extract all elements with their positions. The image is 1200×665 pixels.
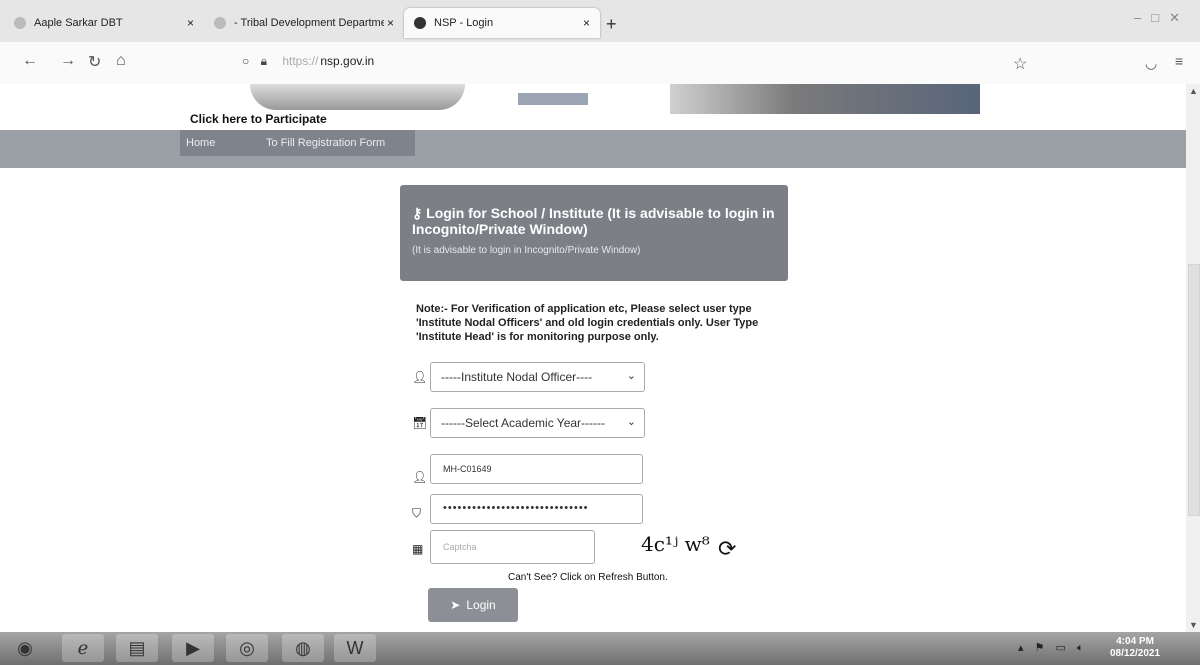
ie-icon[interactable]: ℯ: [62, 634, 104, 662]
forward-icon[interactable]: →: [60, 52, 76, 70]
tab-close-icon[interactable]: ×: [387, 16, 394, 30]
qrcode-icon: ▦: [412, 542, 424, 556]
media-player-icon[interactable]: ▶: [172, 634, 214, 662]
captcha-input[interactable]: Captcha: [430, 530, 595, 564]
login-title: ⚷ Login for School / Institute (It is ad…: [412, 205, 775, 237]
academic-year-select[interactable]: ------Select Academic Year------ ⌄: [430, 408, 645, 438]
banner-image-left: [250, 84, 465, 110]
hamburger-menu-icon[interactable]: ≡: [1175, 53, 1183, 69]
clock-date: 08/12/2021: [1110, 648, 1161, 659]
pocket-icon[interactable]: ◡: [1145, 55, 1157, 72]
main-menu-bar: Home To Fill Registration Form: [0, 130, 1186, 168]
tab-close-icon[interactable]: ×: [583, 16, 590, 30]
refresh-icon[interactable]: ⟳: [718, 536, 736, 562]
page-viewport: Click here to Participate Home To Fill R…: [0, 84, 1186, 632]
username-field[interactable]: MH-C01649: [430, 454, 643, 484]
home-icon[interactable]: ⌂: [116, 52, 126, 70]
login-button-label: Login: [466, 598, 496, 612]
participate-link[interactable]: Click here to Participate: [190, 112, 327, 126]
menu-registration[interactable]: To Fill Registration Form: [266, 137, 385, 149]
chrome-icon[interactable]: ◎: [226, 634, 268, 662]
word-icon[interactable]: W: [334, 634, 376, 662]
login-subtitle: (It is advisable to login in Incognito/P…: [412, 245, 641, 256]
browser-tab-bar: Aaple Sarkar DBT × - Tribal Development …: [0, 0, 1200, 42]
url-scheme: https://: [282, 54, 319, 68]
captcha-image: 4c¹ʲ w⁸: [641, 532, 710, 556]
chevron-down-icon: ⌄: [626, 416, 636, 428]
scroll-down-icon[interactable]: ▼: [1189, 620, 1198, 630]
send-icon: ➤: [450, 598, 461, 612]
password-field[interactable]: ••••••••••••••••••••••••••••••: [430, 494, 643, 524]
user-type-value: -----Institute Nodal Officer----: [441, 370, 593, 384]
bookmark-star-icon[interactable]: ☆: [1013, 54, 1027, 74]
tab-nsp-login[interactable]: NSP - Login ×: [404, 8, 600, 38]
tab-favicon: [14, 17, 26, 29]
scroll-thumb[interactable]: [1188, 264, 1200, 516]
firefox-icon[interactable]: ◍: [282, 634, 324, 662]
taskbar-clock[interactable]: 4:04 PM 08/12/2021: [1110, 636, 1160, 660]
lock-icon: 🔒︎: [260, 54, 267, 68]
cant-see-text: Can't See? Click on Refresh Button.: [508, 572, 668, 583]
url-domain: nsp.gov.in: [320, 54, 375, 68]
reload-icon[interactable]: ↻: [88, 52, 101, 72]
address-bar[interactable]: ○ 🔒︎ https://nsp.gov.in: [242, 54, 374, 69]
clock-time: 4:04 PM: [1116, 636, 1154, 647]
tab-aaple-sarkar[interactable]: Aaple Sarkar DBT ×: [4, 8, 204, 38]
user-type-select[interactable]: -----Institute Nodal Officer---- ⌄: [430, 362, 645, 392]
login-button[interactable]: ➤ Login: [428, 588, 518, 622]
back-icon[interactable]: ←: [22, 52, 38, 70]
user-icon: 👤︎: [412, 370, 428, 384]
tab-favicon: [214, 17, 226, 29]
tab-label: - Tribal Development Department: [234, 17, 384, 29]
tab-label: NSP - Login: [434, 17, 494, 29]
shield-icon: ⛉: [412, 506, 422, 520]
shield-icon: ○: [242, 54, 250, 68]
user-icon: 👤︎: [412, 470, 428, 484]
page-scrollbar[interactable]: ▲ ▼: [1186, 84, 1200, 632]
start-button-icon[interactable]: ◉: [4, 634, 46, 662]
tab-tribal-development[interactable]: - Tribal Development Department ×: [204, 8, 404, 38]
windows-taskbar: ◉ ℯ ▤ ▶ ◎ ◍ W ▴ ⚑ ▭ 🔈︎ 4:04 PM 08/12/202…: [0, 632, 1200, 665]
browser-nav-bar: ← → ↻ ⌂ ○ 🔒︎ https://nsp.gov.in ☆ ◡ ≡: [0, 42, 1200, 84]
folder-icon[interactable]: ▤: [116, 634, 158, 662]
calendar-icon: 📅︎: [412, 416, 428, 430]
key-icon: ⚷: [412, 205, 427, 221]
tab-label: Aaple Sarkar DBT: [34, 17, 123, 29]
login-header-panel: ⚷ Login for School / Institute (It is ad…: [400, 185, 788, 281]
header-banner: [250, 84, 980, 114]
scroll-up-icon[interactable]: ▲: [1189, 86, 1198, 96]
chevron-down-icon: ⌄: [626, 370, 636, 382]
note-text: Note:- For Verification of application e…: [416, 303, 759, 343]
tab-favicon: [414, 17, 426, 29]
new-tab-button[interactable]: +: [606, 14, 617, 35]
window-controls[interactable]: –□✕: [1134, 10, 1190, 26]
banner-image-right: [670, 84, 980, 114]
tab-close-icon[interactable]: ×: [187, 16, 194, 30]
system-tray-icons[interactable]: ▴ ⚑ ▭ 🔈︎: [1018, 641, 1088, 655]
academic-year-value: ------Select Academic Year------: [441, 416, 606, 430]
menu-home[interactable]: Home: [186, 137, 215, 149]
banner-image-center: [518, 93, 588, 105]
